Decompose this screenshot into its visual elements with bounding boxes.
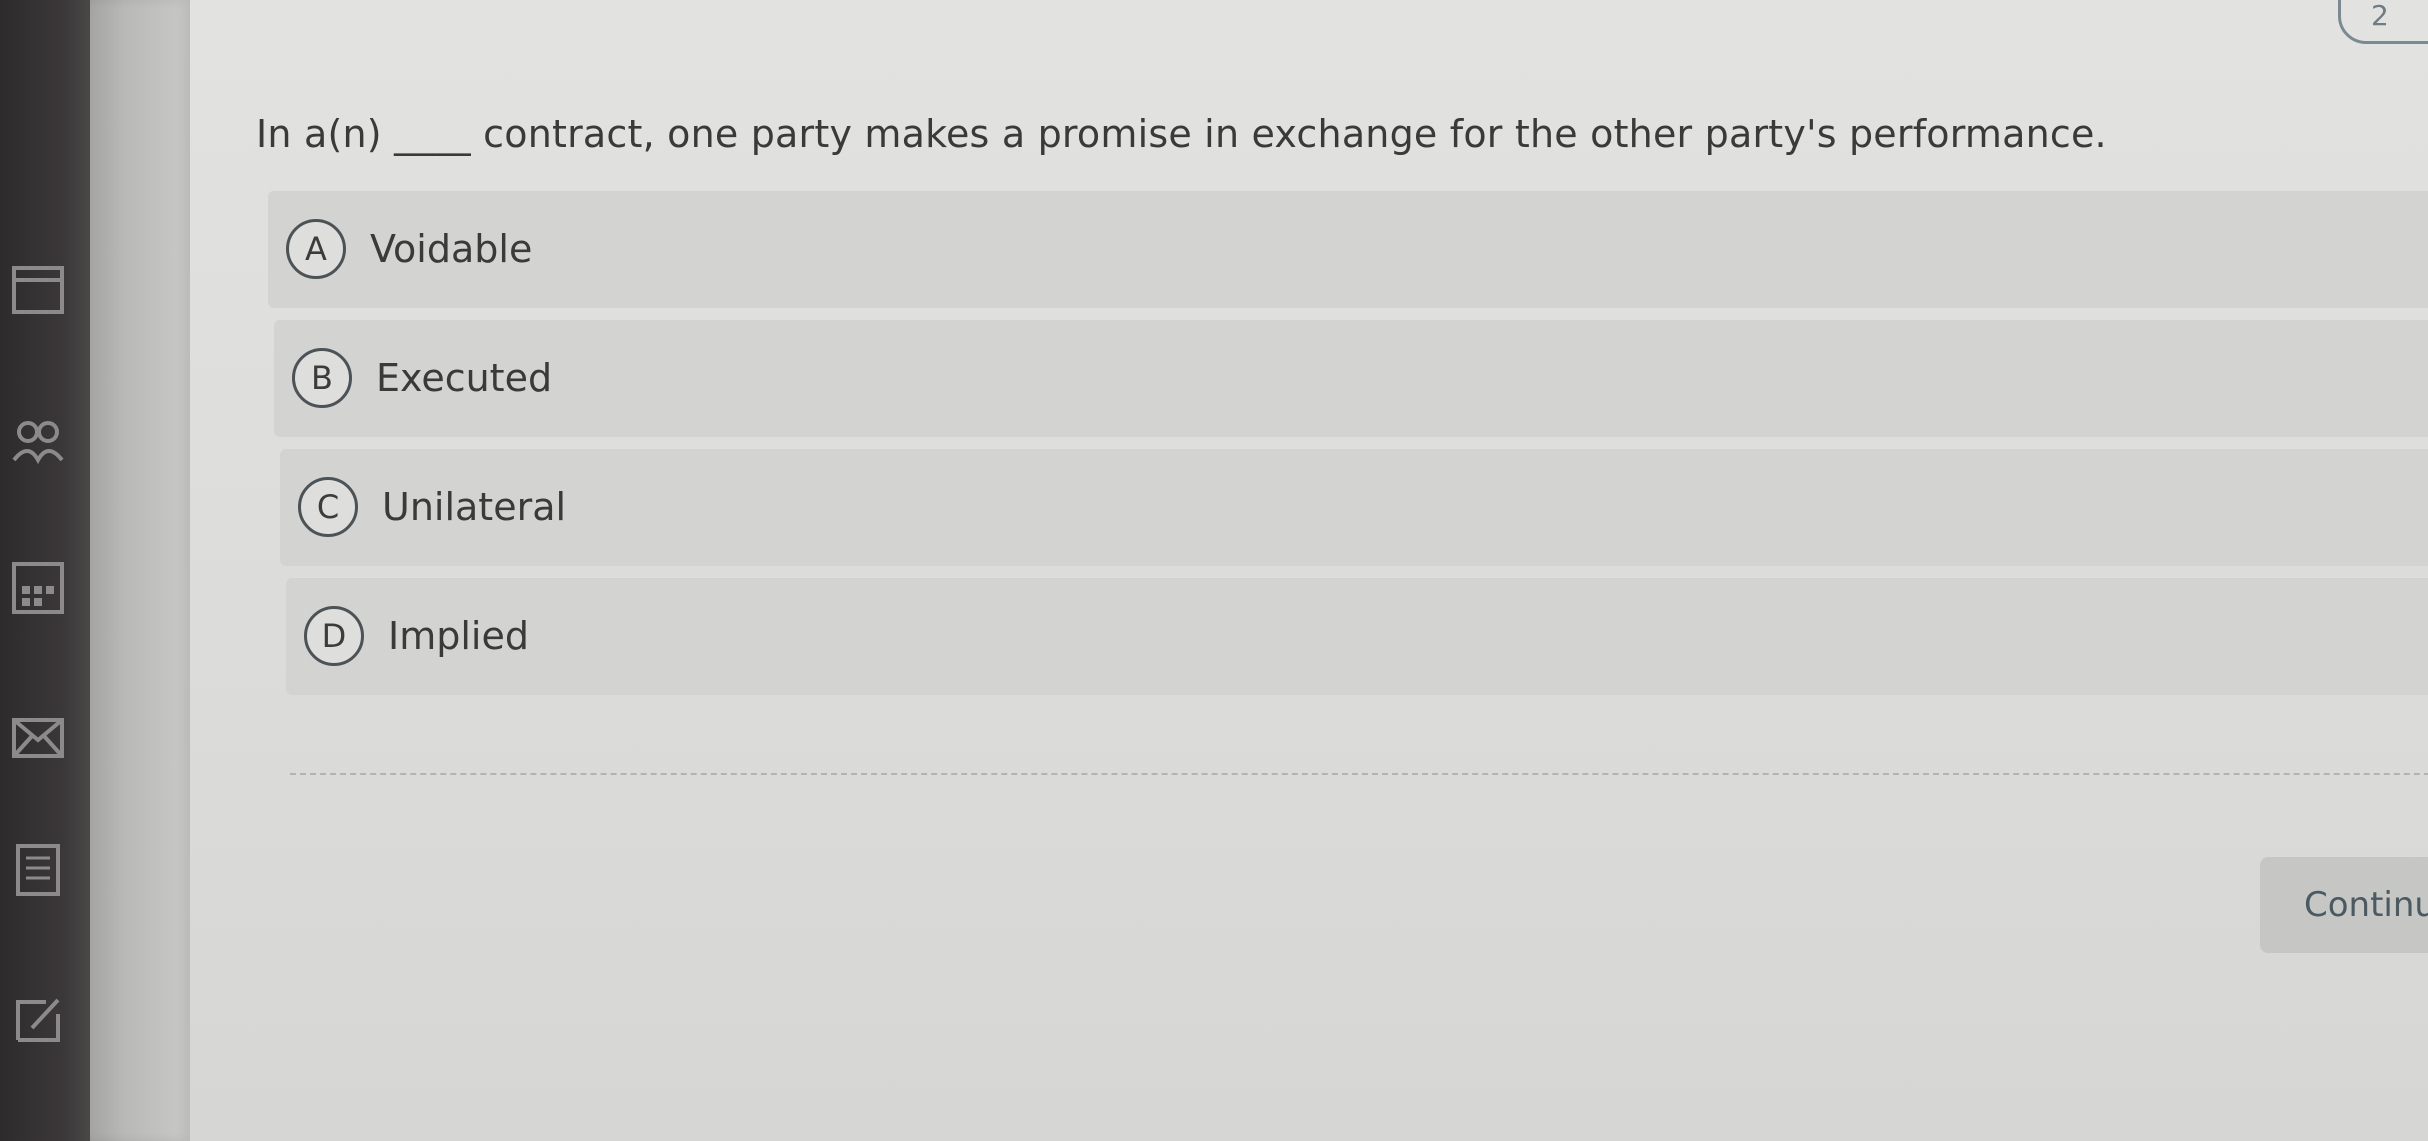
option-c-letter: C <box>298 477 358 537</box>
people-icon[interactable] <box>10 412 66 468</box>
option-c[interactable]: C Unilateral <box>280 448 2428 566</box>
question-text: In a(n) ____ contract, one party makes a… <box>256 112 2107 156</box>
document-icon[interactable] <box>10 842 66 898</box>
option-d[interactable]: D Implied <box>286 577 2428 695</box>
calculator-icon[interactable] <box>10 560 66 616</box>
option-a[interactable]: A Voidable <box>268 190 2428 308</box>
option-d-label: Implied <box>388 614 529 658</box>
question-number-chip[interactable]: 2 <box>2338 0 2428 44</box>
continue-button[interactable]: Continu <box>2260 857 2428 953</box>
mail-icon[interactable] <box>10 710 66 766</box>
option-b-letter: B <box>292 348 352 408</box>
question-number: 2 <box>2371 0 2389 32</box>
screen-bezel <box>90 0 190 1141</box>
option-b[interactable]: B Executed <box>274 319 2428 437</box>
edit-icon[interactable] <box>10 992 66 1048</box>
answer-options: A Voidable B Executed C Unilateral D Imp… <box>268 190 2428 706</box>
option-a-letter: A <box>286 219 346 279</box>
option-b-label: Executed <box>376 356 553 400</box>
question-panel: 2 In a(n) ____ contract, one party makes… <box>190 0 2428 1141</box>
screen: 2 In a(n) ____ contract, one party makes… <box>0 0 2428 1141</box>
left-sidebar <box>0 0 90 1141</box>
option-a-label: Voidable <box>370 227 533 271</box>
book-icon[interactable] <box>10 262 66 318</box>
option-c-label: Unilateral <box>382 485 567 529</box>
section-divider <box>290 773 2428 775</box>
option-d-letter: D <box>304 606 364 666</box>
